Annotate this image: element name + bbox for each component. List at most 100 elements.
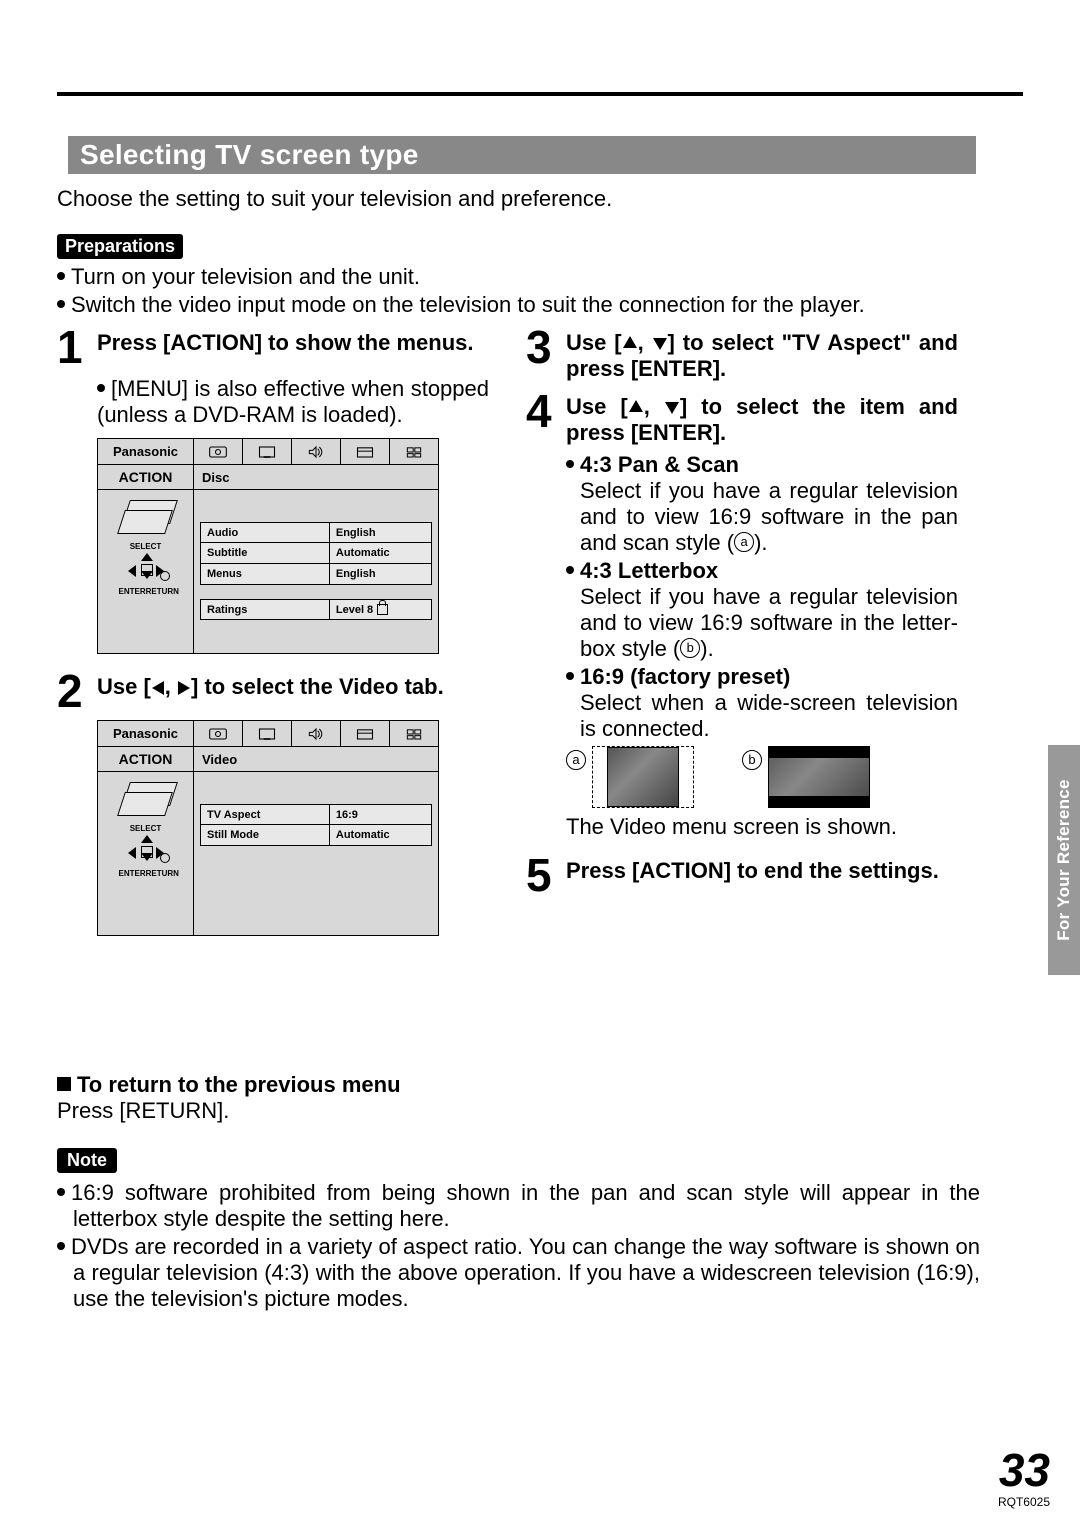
menu-right-panel: Video TV Aspect16:9 Still ModeAutomatic	[194, 721, 438, 935]
prep-item: Turn on your television and the unit.	[57, 263, 865, 291]
prep-item: Switch the video input mode on the telev…	[57, 291, 865, 319]
top-rule	[57, 92, 1023, 96]
note-item: DVDs are recorded in a variety of aspect…	[57, 1234, 980, 1312]
tab-audio-icon	[292, 439, 341, 464]
tab-video-icon	[243, 721, 292, 746]
step-1: 1 Press [ACTION] to show the menus.	[57, 324, 489, 370]
return-instruction: To return to the previous menu Press [RE…	[57, 1072, 401, 1124]
nav-pad-icon	[126, 553, 166, 587]
step-3: 3 Use [, ] to select "TV Aspect" and pre…	[526, 324, 958, 382]
step-heading: Use [, ] to select the Video tab.	[97, 674, 489, 714]
section-heading: Selecting TV screen type	[68, 136, 976, 174]
step-4-after: The Video menu screen is shown.	[566, 814, 958, 840]
option-item: 4:3 Letterbox Select if you have a regul…	[566, 558, 958, 662]
down-arrow-icon	[653, 338, 667, 350]
menu-row: SubtitleAutomatic	[200, 543, 432, 564]
up-arrow-icon	[629, 400, 643, 412]
enter-label: ENTER	[119, 869, 146, 878]
remote-diagram: SELECT ENTERRETURN	[98, 772, 194, 935]
right-column: 3 Use [, ] to select "TV Aspect" and pre…	[526, 324, 958, 904]
option-item: 16:9 (factory preset) Select when a wide…	[566, 664, 958, 742]
illustration-a: a	[566, 746, 694, 808]
tab-other-icon	[390, 721, 438, 746]
action-label: ACTION	[98, 747, 194, 772]
brand-label: Panasonic	[98, 439, 194, 465]
step-heading: Press [ACTION] to show the menus.	[97, 330, 489, 370]
page-number: 33	[999, 1443, 1050, 1497]
preparations-list: Turn on your television and the unit. Sw…	[57, 263, 865, 318]
tab-display-icon	[341, 439, 390, 464]
menu-row: MenusEnglish	[200, 564, 432, 585]
square-bullet-icon	[57, 1077, 71, 1091]
option-item: 4:3 Pan & Scan Select if you have a regu…	[566, 452, 958, 556]
tab-audio-icon	[292, 721, 341, 746]
menu-screenshot-video: Panasonic ACTION SELECT ENTERRETURN	[97, 720, 439, 936]
menu-row: Still ModeAutomatic	[200, 825, 432, 846]
up-arrow-icon	[623, 336, 637, 348]
ref-a-icon: a	[734, 532, 754, 552]
menu-tabs	[194, 439, 438, 465]
step-5: 5 Press [ACTION] to end the settings.	[526, 852, 958, 898]
menu-row: TV Aspect16:9	[200, 804, 432, 825]
pan-scan-image	[592, 746, 694, 808]
step-number: 4	[526, 388, 566, 446]
menu-left-panel: Panasonic ACTION SELECT ENTERRETURN	[98, 439, 194, 653]
step-heading: Use [, ] to select the item and press [E…	[566, 394, 958, 446]
step-4-items: 4:3 Pan & Scan Select if you have a regu…	[566, 452, 958, 742]
menu-left-panel: Panasonic ACTION SELECT ENTERRETURN	[98, 721, 194, 935]
action-label: ACTION	[98, 465, 194, 490]
intro-text: Choose the setting to suit your televisi…	[57, 186, 612, 212]
select-label: SELECT	[130, 542, 162, 551]
tab-display-icon	[341, 721, 390, 746]
step-heading: Press [ACTION] to end the settings.	[566, 858, 958, 898]
menu-row: AudioEnglish	[200, 522, 432, 543]
menu-screenshot-disc: Panasonic ACTION SELECT ENTERRETURN	[97, 438, 439, 654]
ref-a-icon: a	[566, 750, 586, 770]
illustration-b: b	[742, 746, 870, 808]
step-number: 2	[57, 668, 97, 714]
return-label: RETURN	[146, 587, 179, 596]
down-arrow-icon	[665, 402, 679, 414]
menu-rows: TV Aspect16:9 Still ModeAutomatic	[194, 772, 438, 935]
ref-b-icon: b	[742, 750, 762, 770]
letterbox-image	[768, 746, 870, 808]
left-column: 1 Press [ACTION] to show the menus. [MEN…	[57, 324, 489, 950]
lock-icon	[377, 604, 388, 615]
nav-pad-icon	[126, 835, 166, 869]
remote-diagram: SELECT ENTERRETURN	[98, 490, 194, 653]
ref-b-icon: b	[680, 638, 700, 658]
step-body: [MENU] is also effective when stopped (u…	[97, 376, 489, 428]
step-heading: Use [, ] to select "TV Aspect" and press…	[566, 330, 958, 382]
menu-right-panel: Disc AudioEnglish SubtitleAutomatic Menu…	[194, 439, 438, 653]
manual-page: Selecting TV screen type Choose the sett…	[0, 0, 1080, 1533]
side-tab: For Your Reference	[1048, 745, 1080, 975]
enter-label: ENTER	[119, 587, 146, 596]
step-4: 4 Use [, ] to select the item and press …	[526, 388, 958, 446]
tab-disc-icon	[194, 439, 243, 464]
section-heading-text: Selecting TV screen type	[68, 139, 419, 171]
menu-tab-title: Disc	[194, 465, 438, 490]
step-number: 5	[526, 852, 566, 898]
step-number: 3	[526, 324, 566, 382]
menu-tab-title: Video	[194, 747, 438, 772]
step-number: 1	[57, 324, 97, 370]
menu-rows: AudioEnglish SubtitleAutomatic MenusEngl…	[194, 490, 438, 653]
step-2: 2 Use [, ] to select the Video tab.	[57, 668, 489, 714]
document-id: RQT6025	[998, 1495, 1050, 1509]
tab-other-icon	[390, 439, 438, 464]
brand-label: Panasonic	[98, 721, 194, 747]
menu-tabs	[194, 721, 438, 747]
tab-disc-icon	[194, 721, 243, 746]
return-label: RETURN	[146, 869, 179, 878]
notes-list: 16:9 software prohibited from being show…	[57, 1180, 980, 1314]
preparations-label: Preparations	[57, 234, 183, 259]
select-label: SELECT	[130, 824, 162, 833]
note-item: 16:9 software prohibited from being show…	[57, 1180, 980, 1232]
note-label: Note	[57, 1148, 117, 1173]
left-arrow-icon	[152, 681, 164, 695]
bullet-icon	[97, 376, 111, 401]
menu-row-ratings: RatingsLevel 8	[200, 599, 432, 620]
device-icon	[117, 782, 175, 818]
tab-video-icon	[243, 439, 292, 464]
right-arrow-icon	[178, 681, 190, 695]
